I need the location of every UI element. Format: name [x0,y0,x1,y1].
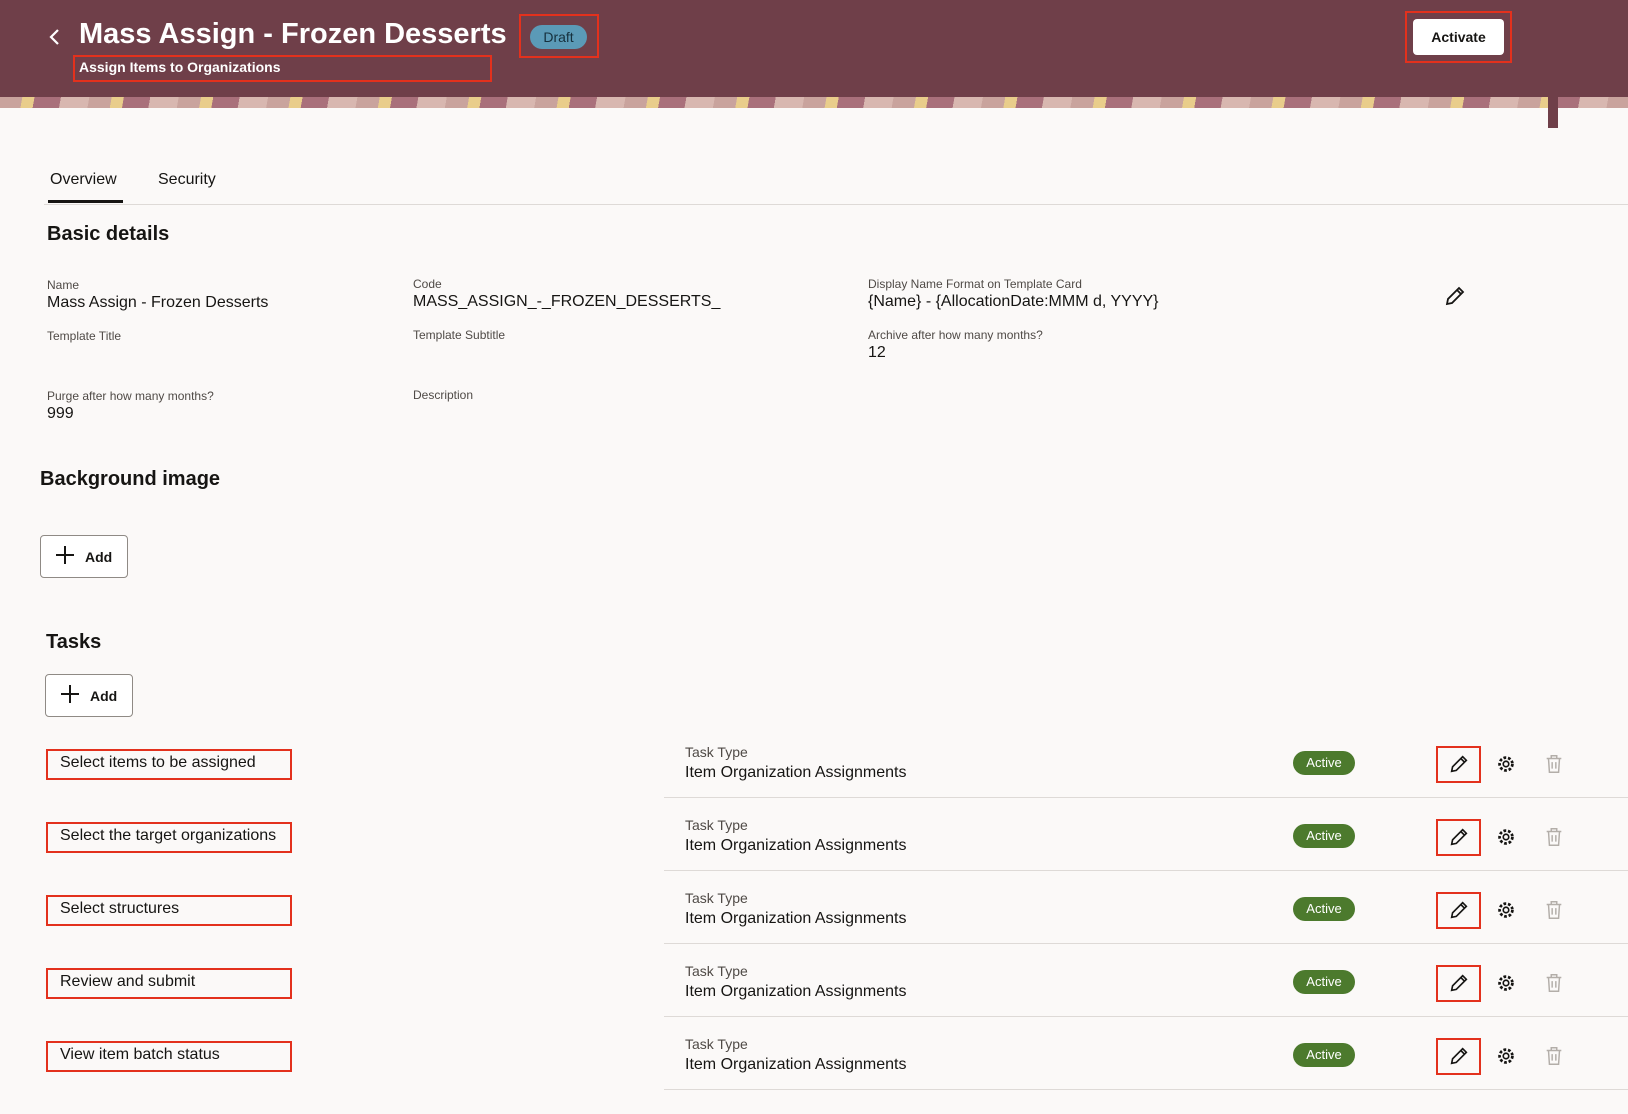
add-label: Add [90,688,118,704]
trash-icon [1546,755,1562,773]
pencil-icon [1450,755,1468,773]
task-type-label: Task Type [685,817,748,833]
code-label: Code [413,277,442,291]
task-type-value: Item Organization Assignments [685,1056,907,1073]
pencil-icon [1450,1047,1468,1065]
purge-value: 999 [47,405,74,422]
purge-label: Purge after how many months? [47,389,214,403]
status-badge: Active [1293,751,1355,775]
delete-task-button[interactable] [1543,1045,1565,1067]
task-type-label: Task Type [685,1036,748,1052]
row-divider [664,797,1628,798]
row-divider [664,870,1628,871]
task-type-value: Item Organization Assignments [685,910,907,927]
tab-overview[interactable]: Overview [50,171,117,189]
edit-basic-details-button[interactable] [1443,284,1467,308]
tasks-title: Tasks [46,631,102,653]
header-pattern [0,97,1628,108]
tabs-divider [44,204,1628,205]
task-name[interactable]: Select structures [60,900,179,918]
row-divider [664,943,1628,944]
task-type-label: Task Type [685,963,748,979]
row-divider [664,1089,1628,1090]
status-badge: Active [1293,1043,1355,1067]
task-row: Select the target organizations Task Typ… [44,817,1628,895]
edit-task-button[interactable] [1448,972,1470,994]
pencil-icon [1450,828,1468,846]
status-badge: Draft [530,25,587,49]
add-background-image-button[interactable]: Add [40,535,128,578]
edit-task-button[interactable] [1448,753,1470,775]
background-image-title: Background image [40,468,221,490]
task-name[interactable]: Review and submit [60,973,195,991]
pencil-icon [1445,286,1465,306]
archive-label: Archive after how many months? [868,328,1043,342]
template-subtitle-label: Template Subtitle [413,328,506,342]
task-name[interactable]: Select items to be assigned [60,754,256,772]
chevron-left-icon [49,29,59,45]
delete-task-button[interactable] [1543,753,1565,775]
task-type-label: Task Type [685,744,748,760]
gear-icon [1498,829,1514,845]
edit-task-button[interactable] [1448,1045,1470,1067]
gear-icon [1498,756,1514,772]
delete-task-button[interactable] [1543,899,1565,921]
header-strip [1548,97,1558,128]
configure-task-button[interactable] [1495,826,1517,848]
plus-icon [56,546,74,564]
tab-security[interactable]: Security [158,171,216,189]
trash-icon [1546,828,1562,846]
edit-task-button[interactable] [1448,826,1470,848]
gear-icon [1498,902,1514,918]
page-title: Mass Assign - Frozen Desserts [79,18,507,50]
row-divider [664,1016,1628,1017]
task-row: Select structures Task Type Item Organiz… [44,890,1628,968]
plus-icon [61,685,79,703]
status-badge: Active [1293,824,1355,848]
pencil-icon [1450,974,1468,992]
display-format-label: Display Name Format on Template Card [868,277,1082,291]
pencil-icon [1450,901,1468,919]
task-type-value: Item Organization Assignments [685,837,907,854]
configure-task-button[interactable] [1495,753,1517,775]
task-type-label: Task Type [685,890,748,906]
add-label: Add [85,549,113,565]
name-value: Mass Assign - Frozen Desserts [47,294,269,311]
task-type-value: Item Organization Assignments [685,983,907,1000]
description-label: Description [413,388,474,402]
configure-task-button[interactable] [1495,899,1517,921]
status-badge: Active [1293,897,1355,921]
back-button[interactable] [44,24,66,50]
trash-icon [1546,1047,1562,1065]
archive-value: 12 [868,344,886,361]
trash-icon [1546,901,1562,919]
configure-task-button[interactable] [1495,1045,1517,1067]
task-name[interactable]: Select the target organizations [60,827,276,845]
display-format-value: {Name} - {AllocationDate:MMM d, YYYY} [868,293,1159,310]
task-name[interactable]: View item batch status [60,1046,220,1064]
code-value: MASS_ASSIGN_-_FROZEN_DESSERTS_ [413,293,721,310]
delete-task-button[interactable] [1543,972,1565,994]
gear-icon [1498,975,1514,991]
task-row: View item batch status Task Type Item Or… [44,1036,1628,1114]
trash-icon [1546,974,1562,992]
task-type-value: Item Organization Assignments [685,764,907,781]
template-title-label: Template Title [47,329,122,343]
configure-task-button[interactable] [1495,972,1517,994]
name-label: Name [47,278,80,292]
tab-selected-indicator [48,200,123,203]
task-row: Select items to be assigned Task Type It… [44,744,1628,822]
page-header: Mass Assign - Frozen Desserts Assign Ite… [0,0,1628,97]
basic-details-title: Basic details [47,223,170,245]
page-subtitle: Assign Items to Organizations [79,59,281,75]
add-task-button[interactable]: Add [45,674,133,717]
status-badge: Active [1293,970,1355,994]
edit-task-button[interactable] [1448,899,1470,921]
task-row: Review and submit Task Type Item Organiz… [44,963,1628,1041]
gear-icon [1498,1048,1514,1064]
delete-task-button[interactable] [1543,826,1565,848]
activate-button[interactable]: Activate [1413,19,1504,55]
